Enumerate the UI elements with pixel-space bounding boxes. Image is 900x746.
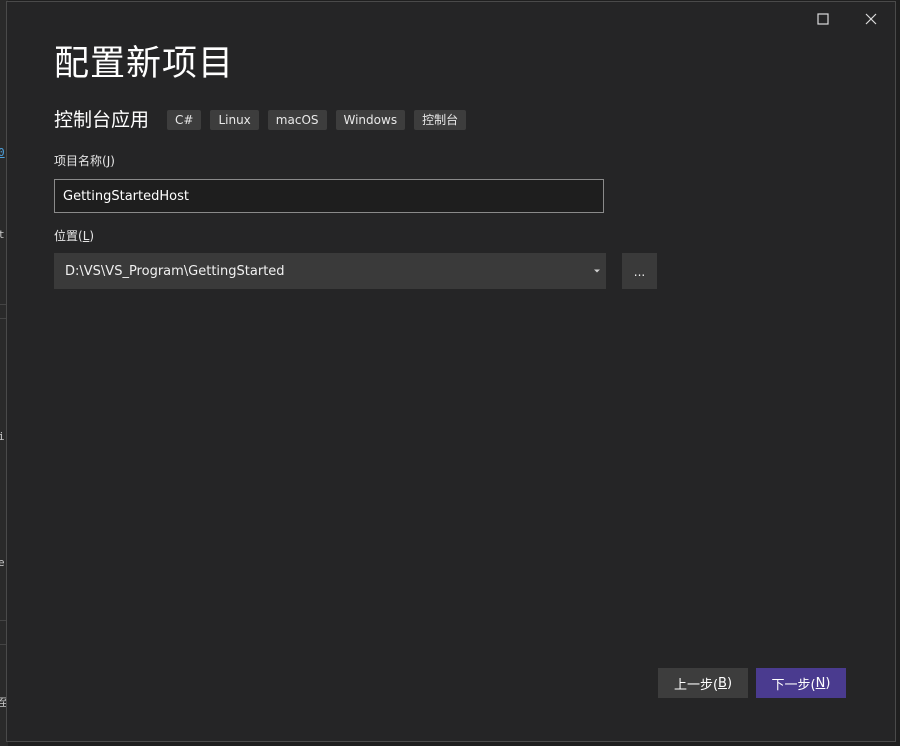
background-glyph: i <box>0 430 5 443</box>
background-glyph: 0 <box>0 146 5 159</box>
back-button[interactable]: 上一步(B) <box>658 668 748 698</box>
tag-macos: macOS <box>267 110 327 130</box>
project-name-label: 项目名称(J) <box>54 154 115 168</box>
location-dropdown[interactable]: D:\VS\VS_Program\GettingStarted <box>54 253 606 289</box>
maximize-icon <box>817 13 829 25</box>
template-name: 控制台应用 <box>54 109 150 131</box>
maximize-button[interactable] <box>808 6 838 32</box>
configure-project-dialog: 配置新项目 控制台应用 C# Linux macOS Windows 控制台 项… <box>6 1 896 742</box>
close-button[interactable] <box>856 6 886 32</box>
browse-location-button[interactable]: ... <box>622 253 657 289</box>
next-button[interactable]: 下一步(N) <box>756 668 846 698</box>
location-label: 位置(L) <box>54 229 95 243</box>
tag-linux: Linux <box>210 110 259 130</box>
location-value: D:\VS\VS_Program\GettingStarted <box>65 263 285 279</box>
page-title: 配置新项目 <box>54 44 235 84</box>
tag-csharp: C# <box>167 110 202 130</box>
tag-console: 控制台 <box>414 110 467 130</box>
background-glyph: t <box>0 228 5 241</box>
template-summary: 控制台应用 C# Linux macOS Windows 控制台 <box>54 108 475 132</box>
dropdown-arrow-icon <box>588 253 606 289</box>
tag-windows: Windows <box>335 110 406 130</box>
project-name-input[interactable] <box>54 179 604 213</box>
background-glyph: e <box>0 556 5 569</box>
close-icon <box>865 13 877 25</box>
